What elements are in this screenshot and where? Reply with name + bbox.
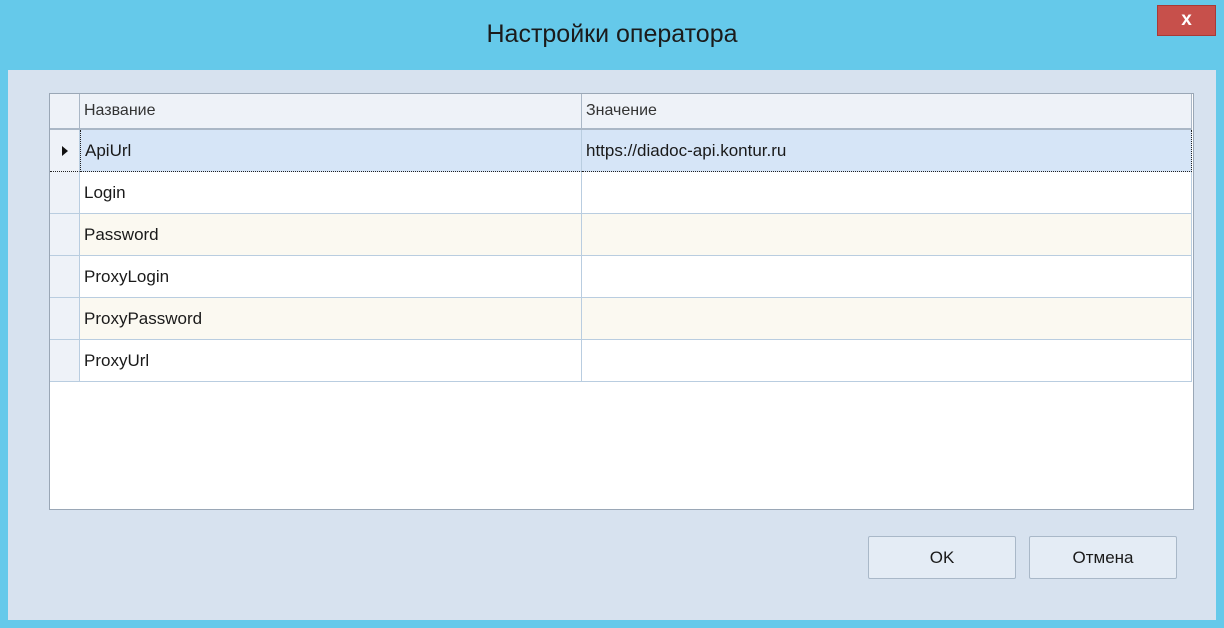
- current-row-arrow-icon: [61, 145, 68, 156]
- setting-name-cell[interactable]: Password: [80, 214, 582, 256]
- column-header-name[interactable]: Название: [80, 94, 582, 129]
- table-row[interactable]: ProxyPassword: [50, 298, 1192, 340]
- grid-header: Название Значение: [50, 94, 1192, 130]
- table-row[interactable]: ApiUrl https://diadoc-api.kontur.ru: [50, 130, 1192, 172]
- setting-name-cell[interactable]: ApiUrl: [80, 130, 582, 172]
- title-bar[interactable]: Настройки оператора x: [0, 0, 1224, 70]
- settings-dialog: Настройки оператора x Название Значение …: [0, 0, 1224, 628]
- row-selector[interactable]: [50, 298, 80, 340]
- table-row[interactable]: ProxyLogin: [50, 256, 1192, 298]
- setting-value-cell[interactable]: [582, 298, 1192, 340]
- setting-name-cell[interactable]: Login: [80, 172, 582, 214]
- ok-button[interactable]: OK: [868, 536, 1016, 579]
- cancel-button[interactable]: Отмена: [1029, 536, 1177, 579]
- close-button[interactable]: x: [1157, 5, 1216, 36]
- table-row[interactable]: Login: [50, 172, 1192, 214]
- setting-value-cell[interactable]: [582, 256, 1192, 298]
- dialog-content: Название Значение ApiUrl https://diadoc-…: [8, 70, 1216, 620]
- setting-value-cell[interactable]: [582, 340, 1192, 382]
- setting-value-cell[interactable]: [582, 172, 1192, 214]
- table-row[interactable]: Password: [50, 214, 1192, 256]
- row-selector[interactable]: [50, 256, 80, 298]
- setting-value-cell[interactable]: https://diadoc-api.kontur.ru: [582, 130, 1192, 172]
- table-row[interactable]: ProxyUrl: [50, 340, 1192, 382]
- row-selector[interactable]: [50, 340, 80, 382]
- row-selector[interactable]: [50, 214, 80, 256]
- column-header-value[interactable]: Значение: [582, 94, 1192, 129]
- row-selector[interactable]: [50, 130, 80, 172]
- setting-value-cell[interactable]: [582, 214, 1192, 256]
- setting-name-cell[interactable]: ProxyPassword: [80, 298, 582, 340]
- settings-grid[interactable]: Название Значение ApiUrl https://diadoc-…: [49, 93, 1194, 510]
- row-selector-header: [50, 94, 80, 129]
- setting-name-cell[interactable]: ProxyLogin: [80, 256, 582, 298]
- setting-name-cell[interactable]: ProxyUrl: [80, 340, 582, 382]
- row-selector[interactable]: [50, 172, 80, 214]
- dialog-title: Настройки оператора: [486, 20, 738, 48]
